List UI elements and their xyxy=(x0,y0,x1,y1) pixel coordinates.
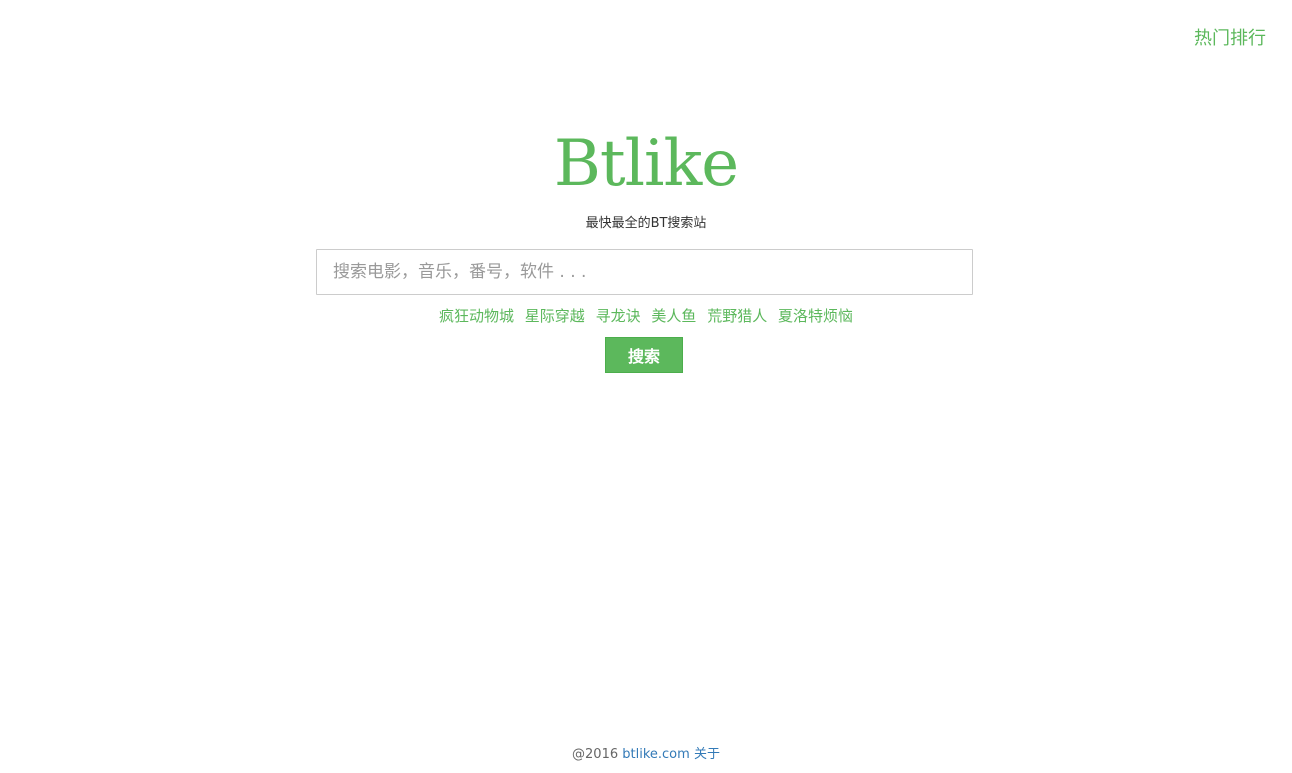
hot-ranking-link[interactable]: 热门排行 xyxy=(1194,24,1266,50)
about-link[interactable]: 关于 xyxy=(694,747,720,762)
hot-keywords: 疯狂动物城 星际穿越 寻龙诀 美人鱼 荒野猎人 夏洛特烦恼 xyxy=(0,305,1292,327)
site-tagline: 最快最全的BT搜索站 xyxy=(585,216,707,231)
site-link[interactable]: btlike.com xyxy=(622,747,690,762)
site-logo: Btlike xyxy=(553,127,739,201)
search-button[interactable]: 搜索 xyxy=(605,337,683,373)
hot-keyword-link[interactable]: 星际穿越 xyxy=(525,307,585,325)
hot-keyword-link[interactable]: 美人鱼 xyxy=(651,307,696,325)
search-input[interactable] xyxy=(316,249,973,295)
footer: @2016 btlike.com 关于 xyxy=(0,745,1292,765)
hot-keyword-link[interactable]: 夏洛特烦恼 xyxy=(778,307,853,325)
hot-keyword-link[interactable]: 寻龙诀 xyxy=(596,307,641,325)
hot-keyword-link[interactable]: 荒野猎人 xyxy=(707,307,767,325)
hot-keyword-link[interactable]: 疯狂动物城 xyxy=(439,307,514,325)
copyright-text: @2016 xyxy=(572,747,619,762)
